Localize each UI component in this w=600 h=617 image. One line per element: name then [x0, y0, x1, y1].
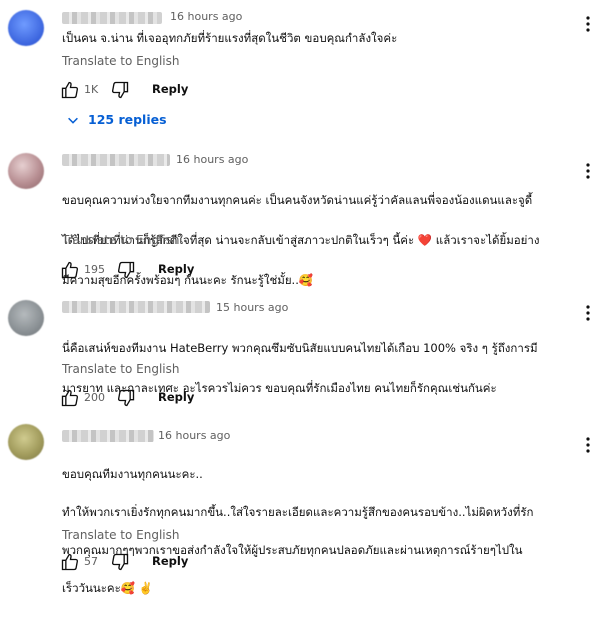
reply-button[interactable]: Reply: [152, 82, 188, 96]
thumbs-up-icon[interactable]: [60, 552, 80, 572]
comment-4: 16 hours ago ขอบคุณทีมงานทุกคนนะคะ.. ทำใ…: [0, 418, 600, 595]
more-options-icon[interactable]: [582, 304, 594, 322]
like-count: 200: [84, 391, 105, 404]
avatar[interactable]: [8, 153, 44, 189]
comment-actions: 1K Reply: [60, 80, 260, 102]
reply-button[interactable]: Reply: [158, 262, 194, 276]
comment-actions: 195 Reply: [60, 260, 260, 282]
more-options-icon[interactable]: [582, 436, 594, 454]
author-name[interactable]: [62, 12, 162, 24]
thumbs-down-icon[interactable]: [110, 552, 130, 572]
comment-text: เป็นคน จ.น่าน ที่เจออุทกภัยที่ร้ายแรงที่…: [62, 31, 398, 45]
translate-link[interactable]: Translate to English: [62, 362, 180, 376]
like-count: 1K: [84, 83, 99, 96]
thumbs-up-icon[interactable]: [60, 388, 80, 408]
comment-text-line: ทำให้พวกเราเยิ่งรักทุกคนมากขึ้น..ใส่ใจรา…: [62, 505, 534, 519]
reply-button[interactable]: Reply: [158, 390, 194, 404]
thumbs-down-icon[interactable]: [116, 388, 136, 408]
more-options-icon[interactable]: [582, 15, 594, 33]
comment-text-line: ขอบคุณทีมงานทุกคนนะคะ..: [62, 467, 203, 481]
chevron-down-icon: [68, 117, 78, 124]
thumbs-up-icon[interactable]: [60, 260, 80, 280]
more-options-icon[interactable]: [582, 162, 594, 180]
thumbs-down-icon[interactable]: [110, 80, 130, 100]
thumbs-down-icon[interactable]: [116, 260, 136, 280]
like-count: 195: [84, 263, 105, 276]
avatar[interactable]: [8, 300, 44, 336]
avatar[interactable]: [8, 10, 44, 46]
translate-link[interactable]: Translate to English: [62, 233, 180, 247]
comment-timestamp[interactable]: 16 hours ago: [176, 153, 248, 166]
comment-1: 16 hours ago เป็นคน จ.น่าน ที่เจออุทกภัย…: [0, 0, 600, 140]
comment-timestamp[interactable]: 15 hours ago: [216, 301, 288, 314]
thumbs-up-icon[interactable]: [60, 80, 80, 100]
like-count: 57: [84, 555, 98, 568]
translate-link[interactable]: Translate to English: [62, 528, 180, 542]
translate-link[interactable]: Translate to English: [62, 54, 180, 68]
comment-text-line: ขอบคุณความห่วงใยจากทีมงานทุกคนค่ะ เป็นคน…: [62, 193, 533, 207]
comment-3: 15 hours ago นี่คือเสน่ห์ของทีมงาน HateB…: [0, 290, 600, 418]
author-name[interactable]: [62, 301, 210, 313]
replies-count: 125 replies: [88, 112, 167, 127]
comment-text-line: นี่คือเสน่ห์ของทีมงาน HateBerry พวกคุณซึ…: [62, 341, 538, 355]
reply-button[interactable]: Reply: [152, 554, 188, 568]
comment-actions: 200 Reply: [60, 388, 260, 410]
author-name[interactable]: [62, 430, 154, 442]
comment-timestamp[interactable]: 16 hours ago: [158, 429, 230, 442]
comment-text-line: เร็ววันนะคะ🥰 ✌️: [62, 581, 154, 595]
comment-2: 16 hours ago ขอบคุณความห่วงใยจากทีมงานทุ…: [0, 140, 600, 287]
comment-timestamp[interactable]: 16 hours ago: [170, 10, 242, 23]
author-name[interactable]: [62, 154, 170, 166]
comment-actions: 57 Reply: [60, 552, 260, 574]
avatar[interactable]: [8, 424, 44, 460]
